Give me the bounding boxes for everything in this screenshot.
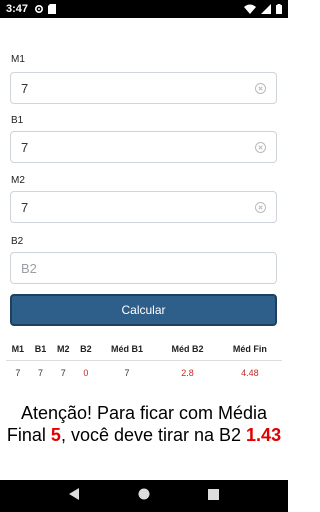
m2-label: M2: [11, 175, 25, 186]
b2-label: B2: [11, 236, 24, 247]
recents-icon[interactable]: [208, 487, 219, 505]
cell-med-b1: 7: [124, 368, 130, 379]
m1-value: 7: [21, 80, 29, 96]
wifi-icon: [244, 4, 256, 14]
clear-icon[interactable]: [255, 141, 266, 153]
b2-input[interactable]: B2: [10, 252, 277, 284]
settings-icon: [34, 4, 44, 14]
clear-icon[interactable]: [255, 82, 266, 94]
message-text-2: , você deve tirar na B2: [60, 425, 247, 445]
result-message: Atenção! Para ficar com Média Final 5, v…: [0, 402, 288, 446]
m1-input[interactable]: 7: [10, 72, 277, 104]
results-table: M1 B1 M2 B2 Méd B1 Méd B2 Méd Fin 7 7 7 …: [6, 338, 282, 386]
clear-icon[interactable]: [255, 201, 266, 213]
b1-input[interactable]: 7: [10, 131, 277, 163]
header-m2: M2: [51, 338, 76, 361]
battery-icon: [276, 4, 282, 14]
cell-med-b2: 2.8: [181, 368, 194, 379]
header-med-fin: Méd Fin: [217, 338, 282, 361]
b1-value: 7: [21, 139, 29, 155]
table-row: 7 7 7 0 7 2.8 4.48: [6, 360, 282, 386]
header-b2: B2: [75, 338, 97, 361]
cell-m2: 7: [60, 368, 66, 379]
header-m1: M1: [6, 338, 30, 361]
required-grade: 1.43: [246, 425, 282, 445]
sd-card-icon: [48, 4, 57, 14]
header-med-b2: Méd B2: [157, 338, 218, 361]
status-bar: 3:47: [0, 0, 288, 18]
cell-b2: 0: [83, 368, 89, 379]
cell-med-fin: 4.48: [241, 368, 259, 379]
m2-value: 7: [21, 199, 29, 215]
cell-b1: 7: [38, 368, 44, 379]
calculate-button[interactable]: Calcular: [10, 294, 277, 326]
navigation-bar: [0, 480, 288, 512]
m2-input[interactable]: 7: [10, 191, 277, 223]
m1-label: M1: [11, 54, 25, 65]
b2-placeholder: B2: [21, 260, 37, 276]
b1-label: B1: [11, 115, 24, 126]
status-time: 3:47: [6, 3, 29, 15]
target-grade: 5: [50, 425, 61, 445]
header-b1: B1: [29, 338, 52, 361]
cell-m1: 7: [15, 368, 21, 379]
header-med-b1: Méd B1: [96, 338, 158, 361]
signal-icon: [261, 4, 271, 14]
home-icon[interactable]: [138, 487, 150, 505]
back-icon[interactable]: [69, 487, 80, 505]
results-header-row: M1 B1 M2 B2 Méd B1 Méd B2 Méd Fin: [6, 338, 282, 361]
